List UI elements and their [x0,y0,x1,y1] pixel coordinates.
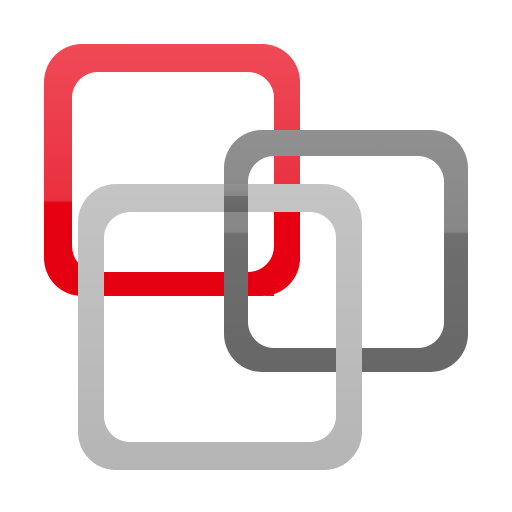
logo-canvas [0,0,512,512]
overlapping-squares-logo-icon [44,44,468,470]
dark-gray-frame-overlap [224,184,248,212]
light-gray-square-frame [78,184,362,470]
